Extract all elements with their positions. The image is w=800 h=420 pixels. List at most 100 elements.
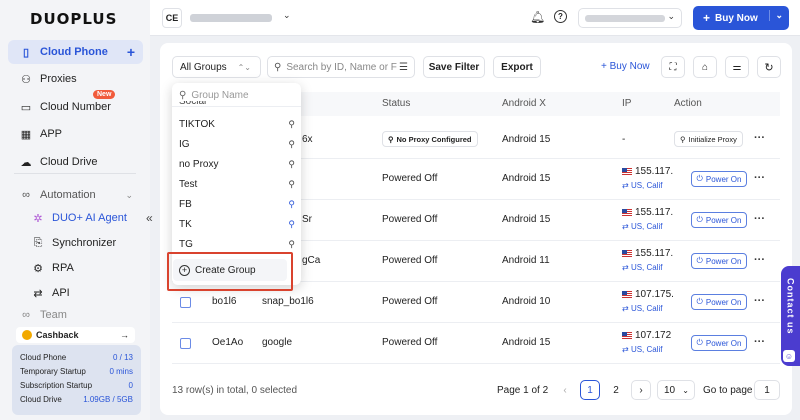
page-size-select[interactable]: 10 ⌄ [657, 380, 695, 400]
sidebar-item-label: Cloud Number [40, 101, 111, 113]
row-id: Oe1Ao [212, 337, 244, 348]
sidebar-item-ai-agent[interactable]: ✲ DUO+ AI Agent [8, 206, 143, 230]
page-button-2[interactable]: 2 [606, 380, 626, 400]
save-filter-button[interactable]: Save Filter [423, 56, 485, 78]
sidebar-item-rpa[interactable]: ⚙ RPA [8, 256, 143, 280]
group-item[interactable]: FB ⚲ [179, 194, 295, 214]
ip-text: 107.172 [635, 330, 672, 341]
row-android: Android 15 [502, 337, 551, 348]
search-field[interactable]: ⚲ Search by ID, Name or F ☰ [267, 56, 415, 78]
more-actions-icon[interactable]: ··· [754, 213, 765, 225]
sidebar-item-cloud-phone[interactable]: ▯ Cloud Phone + [8, 40, 143, 64]
more-actions-icon[interactable]: ··· [754, 254, 765, 266]
row-checkbox[interactable] [180, 338, 191, 349]
arrow-right-icon: → [120, 330, 129, 340]
prev-page-icon[interactable]: ‹ [555, 380, 575, 400]
sidebar-item-label: Proxies [40, 73, 77, 85]
more-actions-icon[interactable]: ··· [754, 295, 765, 307]
settings-sliders-icon[interactable]: ⚌ [725, 56, 749, 78]
usage-label: Cloud Drive [20, 395, 62, 404]
refresh-icon[interactable]: ↻ [757, 56, 781, 78]
pin-icon[interactable]: ⚲ [288, 119, 295, 130]
goto-label: Go to page [703, 385, 753, 396]
power-on-button[interactable]: ⏻ Power On [691, 294, 747, 310]
row-ip: 155.117. [622, 207, 673, 218]
sync-icon: ⇄ [622, 181, 631, 190]
user-menu[interactable]: ⌄ [578, 8, 682, 28]
group-select[interactable]: All Groups ⌃⌄ [172, 56, 261, 78]
bell-icon[interactable]: 🔔︎ [530, 10, 545, 24]
usage-row: Temporary Startup 0 mins [20, 365, 133, 379]
group-item[interactable]: no Proxy ⚲ [179, 154, 295, 174]
sidebar-item-api[interactable]: ⇄ API [8, 281, 143, 305]
filter-icon[interactable]: ☰ [399, 62, 408, 73]
help-icon[interactable]: ? [554, 10, 567, 23]
sidebar-item-cloud-number[interactable]: ▭ Cloud Number New [8, 90, 143, 119]
chevron-down-icon: ⌄ [125, 189, 133, 200]
pin-icon[interactable]: ⚲ [288, 239, 295, 250]
sidebar-item-synchronizer[interactable]: ⎘ Synchronizer [8, 231, 143, 255]
row-android: Android 10 [502, 296, 551, 307]
sidebar-item-label: Cloud Phone [40, 46, 108, 58]
plus-icon: + [601, 61, 610, 72]
pin-icon[interactable]: ⚲ [288, 179, 295, 190]
plus-icon[interactable]: + [127, 44, 135, 60]
group-item[interactable]: TK ⚲ [179, 214, 295, 234]
pinned-icon[interactable]: ⚲ [288, 219, 295, 230]
action-label: Power On [705, 338, 742, 348]
new-badge: New [93, 90, 116, 99]
sidebar-item-app[interactable]: ▦ APP [8, 122, 143, 146]
row-checkbox[interactable] [180, 297, 191, 308]
chevron-down-icon[interactable]: ⌄ [769, 10, 783, 21]
power-on-button[interactable]: ⏻ Power On [691, 253, 747, 269]
group-item[interactable]: TG ⚲ [179, 234, 295, 254]
power-on-button[interactable]: ⏻ Power On [691, 212, 747, 228]
pin-icon[interactable]: ⚲ [288, 139, 295, 150]
group-search-input[interactable]: Group Name [191, 90, 248, 101]
row-ip: 107.172 [622, 330, 671, 341]
usage-row: Cloud Phone 0 / 13 [20, 351, 133, 365]
cashback-button[interactable]: Cashback → [16, 327, 135, 343]
unlink-icon: ⚲ [388, 134, 394, 144]
page-size-value: 10 [664, 384, 676, 396]
group-item[interactable]: IG ⚲ [179, 134, 295, 154]
status-text: No Proxy Configured [396, 134, 472, 144]
group-label: Test [179, 178, 198, 190]
pinned-icon[interactable]: ⚲ [288, 199, 295, 210]
export-button[interactable]: Export [493, 56, 541, 78]
tag-icon[interactable]: ⌂ [693, 56, 717, 78]
more-actions-icon[interactable]: ··· [754, 336, 765, 348]
chat-icon[interactable]: ☺ [783, 350, 795, 362]
sidebar: DUOPLUS ▯ Cloud Phone + ⚇ Proxies ▭ Clou… [0, 0, 150, 420]
goto-page-input[interactable]: 1 [754, 380, 780, 400]
group-item[interactable]: Test ⚲ [179, 174, 295, 194]
pin-icon[interactable]: ⚲ [288, 159, 295, 170]
search-input[interactable]: Search by ID, Name or F [286, 62, 397, 73]
page-button-1[interactable]: 1 [580, 380, 600, 400]
toolbar-buy-now-button[interactable]: + Buy Now [601, 61, 650, 72]
more-actions-icon[interactable]: ··· [754, 132, 765, 144]
usage-value: 0 mins [109, 367, 133, 376]
power-on-button[interactable]: ⏻ Power On [691, 171, 747, 187]
account-avatar[interactable]: CE [162, 8, 182, 28]
collapse-sidebar-icon[interactable]: « [146, 211, 153, 225]
chevron-down-icon[interactable]: ⌄ [283, 10, 291, 21]
more-actions-icon[interactable]: ··· [754, 172, 765, 184]
ip-text: 155.117. [635, 248, 674, 259]
group-item[interactable]: TIKTOK ⚲ [179, 114, 295, 134]
initialize-proxy-button[interactable]: ⚲ Initialize Proxy [674, 131, 743, 147]
next-page-icon[interactable]: › [631, 380, 651, 400]
sidebar-item-proxies[interactable]: ⚇ Proxies [8, 67, 143, 91]
sidebar-item-cloud-drive[interactable]: ☁ Cloud Drive [8, 150, 143, 174]
usage-label: Subscription Startup [20, 381, 93, 390]
power-on-button[interactable]: ⏻ Power On [691, 335, 747, 351]
row-count-summary: 13 row(s) in total, 0 selected [172, 385, 298, 396]
team-section[interactable]: ∞ Team [8, 309, 143, 321]
sidebar-item-label: API [52, 287, 70, 299]
us-flag-icon [622, 331, 632, 339]
location-text: US, Calif [630, 181, 663, 190]
sync-icon: ⇄ [622, 345, 631, 354]
automation-section[interactable]: ∞ Automation ⌄ [8, 183, 143, 207]
buy-now-button[interactable]: + Buy Now ⌄ [693, 6, 789, 30]
scan-icon[interactable]: ⛶ [661, 56, 685, 78]
